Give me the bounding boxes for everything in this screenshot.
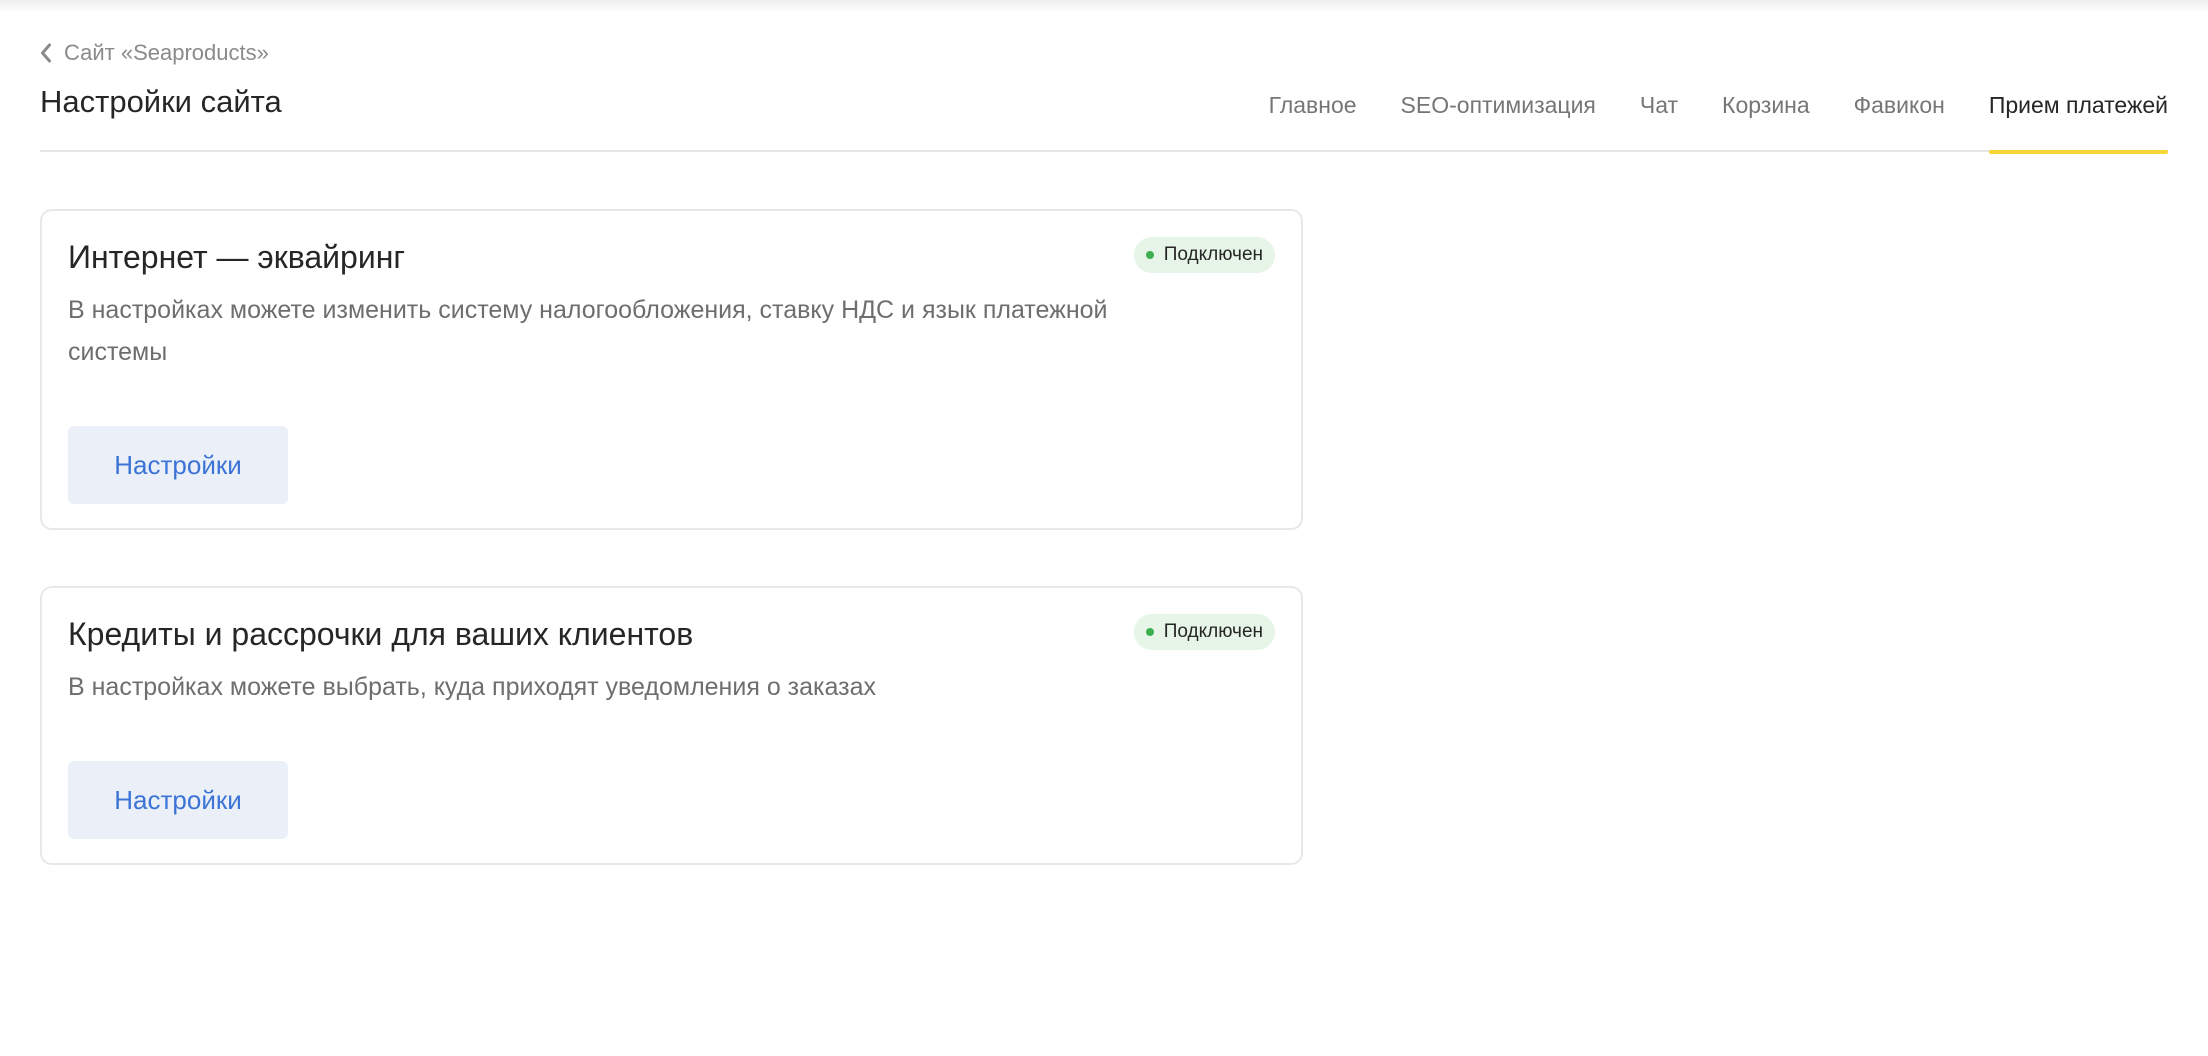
back-link[interactable]: Сайт «Seaproducts» <box>40 38 269 68</box>
status-badge: Подключен <box>1133 614 1275 650</box>
card-description: В настройках можете изменить систему нал… <box>68 296 1108 366</box>
settings-button[interactable]: Настройки <box>68 761 288 839</box>
card-internet-acquiring: Интернет — эквайринг Подключен В настрой… <box>40 209 1303 530</box>
page-header: Сайт «Seaproducts» Настройки сайта Главн… <box>40 0 2169 154</box>
settings-button[interactable]: Настройки <box>68 426 288 504</box>
page-title: Настройки сайта <box>40 84 282 119</box>
card-description: В настройках можете выбрать, куда приход… <box>68 673 877 701</box>
tab-seo[interactable]: SEO-оптимизация <box>1401 88 1596 152</box>
status-label: Подключен <box>1163 621 1263 642</box>
settings-tabs: Главное SEO-оптимизация Чат Корзина Фави… <box>1225 88 2169 154</box>
tab-chat[interactable]: Чат <box>1640 88 1678 152</box>
card-title: Кредиты и рассрочки для ваших клиентов <box>68 616 694 652</box>
back-link-label: Сайт «Seaproducts» <box>64 40 269 65</box>
card-credits-installments: Кредиты и рассрочки для ваших клиентов П… <box>40 586 1303 865</box>
status-badge: Подключен <box>1133 237 1275 273</box>
status-dot-icon <box>1145 251 1154 259</box>
tab-cart[interactable]: Корзина <box>1722 88 1810 152</box>
status-label: Подключен <box>1163 244 1263 265</box>
status-dot-icon <box>1145 628 1154 636</box>
chevron-left-icon <box>40 43 52 63</box>
tab-payments[interactable]: Прием платежей <box>1988 88 2169 154</box>
card-title: Интернет — эквайринг <box>68 239 406 275</box>
tab-favicon[interactable]: Фавикон <box>1854 88 1945 152</box>
tab-main[interactable]: Главное <box>1269 88 1357 152</box>
